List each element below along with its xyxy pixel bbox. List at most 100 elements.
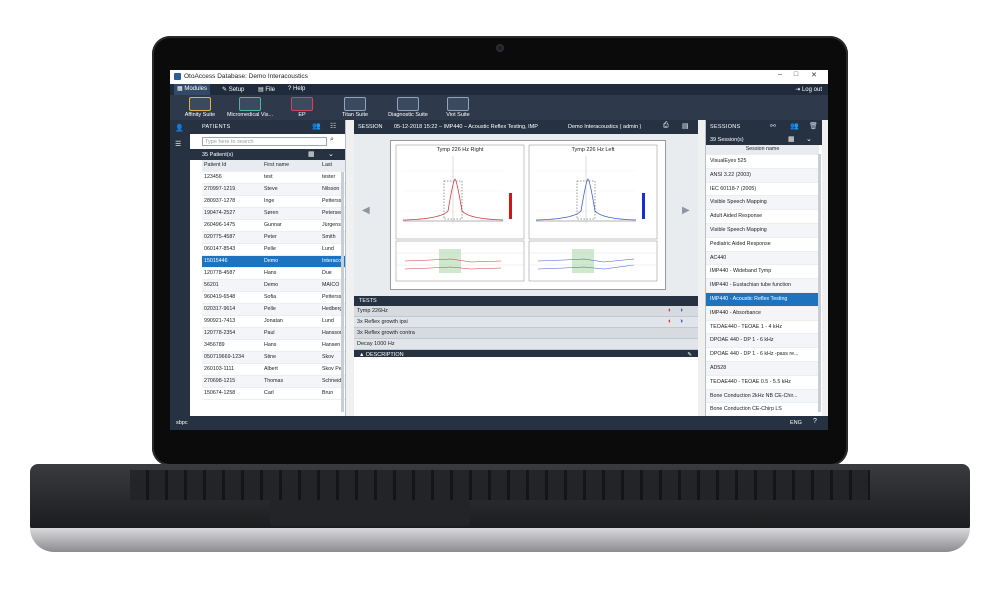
column-first-name[interactable]: First name: [264, 160, 319, 171]
patient-list-icon[interactable]: ☷: [330, 122, 336, 130]
module-ep[interactable]: EP: [282, 97, 322, 118]
patient-row[interactable]: 990921-7413 Jonatan Lund: [202, 316, 345, 328]
session-row[interactable]: TEOAE440 - TEOAE 1 - 4 kHz: [706, 321, 819, 335]
close-button[interactable]: ✕: [808, 71, 820, 79]
patient-row[interactable]: 060147-8543 Pelle Lund: [202, 244, 345, 256]
patient-row[interactable]: 960419-6548 Sofia Petterss: [202, 292, 345, 304]
session-tool-icon[interactable]: ⚯: [770, 122, 776, 130]
left-nav-strip: 👤 ☰: [170, 120, 190, 416]
reflex-tables: [395, 240, 658, 282]
list-icon[interactable]: ☰: [175, 140, 185, 148]
sessions-list: Session name VisualEyes 525 ANSI 3.22 (20…: [706, 145, 819, 430]
sessions-scrollbar[interactable]: [818, 154, 821, 412]
patient-first-name: Thomas: [264, 378, 284, 384]
patient-id: 190474-2527: [204, 210, 236, 216]
patient-row[interactable]: 270698-1215 Thomas Schneid: [202, 376, 345, 388]
chevron-down-icon[interactable]: ⌄: [806, 135, 812, 143]
print-icon[interactable]: ⎙: [663, 122, 669, 130]
test-row[interactable]: Decay 1000 Hz: [354, 339, 698, 350]
session-row[interactable]: Visible Speech Mapping: [706, 196, 819, 211]
patient-search-input[interactable]: Type here to search: [202, 137, 327, 146]
logout-button[interactable]: ⇥ Log out: [795, 86, 822, 93]
patient-id: 260103-1111: [204, 366, 235, 372]
menu-modules[interactable]: ▦ Modules: [174, 84, 211, 95]
patient-row[interactable]: 260103-1111 Albert Skov Pet: [202, 364, 345, 376]
patient-row[interactable]: 56201 Demo MAICO: [202, 280, 345, 292]
patient-row[interactable]: 020317-9614 Pelle Hedberg: [202, 304, 345, 316]
column-session-name[interactable]: Session name: [706, 145, 819, 155]
grid-view-icon[interactable]: ▦: [788, 135, 795, 143]
session-row[interactable]: Visible Speech Mapping: [706, 223, 819, 238]
session-row[interactable]: Bone Conduction 2kHz NB CE-Chir...: [706, 389, 819, 404]
module-micromedical[interactable]: Micromedical Vis...: [224, 97, 276, 118]
sessions-title: SESSIONS: [710, 124, 741, 130]
patient-row[interactable]: 260496-1475 Gunnar Jürgens: [202, 220, 345, 232]
menu-file[interactable]: ▤ File: [258, 86, 275, 93]
session-row[interactable]: IMP440 - Absorbance: [706, 306, 819, 321]
module-viot-suite[interactable]: Viot Suite: [438, 97, 478, 118]
maximize-button[interactable]: □: [790, 71, 802, 78]
session-row[interactable]: DPOAE 440 - DP 1 - 6 kHz: [706, 334, 819, 349]
session-row[interactable]: IMP440 - Eustachian tube function: [706, 279, 819, 293]
report-icon[interactable]: ▤: [682, 122, 689, 130]
window-title: OtoAccess Database: Demo Interacoustics: [184, 73, 308, 80]
session-row[interactable]: ANSI 3.22 (2003): [706, 168, 819, 183]
session-row[interactable]: AD528: [706, 361, 819, 376]
session-row[interactable]: Pediatric Aided Response: [706, 238, 819, 252]
module-diagnostic-suite[interactable]: Diagnostic Suite: [388, 97, 428, 118]
tymp-right-title: Tymp 226 Hz Right: [437, 147, 484, 153]
previous-arrow-icon[interactable]: ◀: [362, 205, 370, 216]
search-icon[interactable]: ⌕: [330, 136, 334, 144]
column-last-name[interactable]: Last: [322, 160, 345, 171]
column-patient-id[interactable]: Patient Id: [204, 160, 259, 171]
session-row[interactable]: AC440: [706, 251, 819, 266]
menu-help[interactable]: ? Help: [288, 86, 305, 92]
patients-scrollbar[interactable]: [341, 172, 344, 412]
patient-id: 020775-4587: [204, 234, 236, 240]
patient-id: 270997-1219: [204, 186, 236, 192]
patient-row[interactable]: 150674-1258 Carl Brun: [202, 388, 345, 400]
test-row[interactable]: 3x Reflex growth ipsi ◐ ◑: [354, 317, 698, 328]
patient-row[interactable]: 120778-4587 Hans Due: [202, 268, 345, 280]
delete-icon[interactable]: 🗑: [809, 122, 818, 130]
module-titan-suite[interactable]: Titan Suite: [335, 97, 375, 118]
session-row[interactable]: IEC 60118-7 (2005): [706, 183, 819, 197]
session-row[interactable]: VisualEyes 525: [706, 155, 819, 169]
session-row[interactable]: IMP440 - Acoustic Reflex Testing: [706, 292, 819, 307]
patient-row[interactable]: 15015446 Demo Interacou: [202, 256, 345, 268]
patient-id: 960419-6548: [204, 294, 236, 300]
patient-id: 123456: [204, 174, 222, 180]
add-patient-icon[interactable]: 👥: [312, 122, 321, 130]
session-row[interactable]: TEOAE440 - TEOAE 0.5 - 5.5 kHz: [706, 376, 819, 390]
patient-row[interactable]: 280937-1278 Inge Petterss: [202, 196, 345, 208]
menu-setup[interactable]: ✎ Setup: [222, 86, 244, 93]
patient-row[interactable]: 050719669-1234 Stine Skov: [202, 352, 345, 364]
patient-row[interactable]: 3456789 Hans Hansen: [202, 340, 345, 352]
minimize-button[interactable]: –: [774, 71, 786, 78]
session-row[interactable]: IMP440 - Wideband Tymp: [706, 265, 819, 280]
session-title: SESSION: [358, 124, 383, 130]
patient-row[interactable]: 270997-1219 Steve Nilsson: [202, 184, 345, 196]
patient-row[interactable]: 123456 test tester: [202, 172, 345, 184]
test-row[interactable]: Tymp 226Hz ◐ ◑: [354, 306, 698, 317]
patient-row[interactable]: 120778-2354 Paul Hansson: [202, 328, 345, 340]
patient-first-name: test: [264, 174, 273, 180]
session-row[interactable]: DPOAE 440 - DP 1 - 6 kHz -pass re...: [706, 348, 819, 362]
patient-id: 120778-2354: [204, 330, 236, 336]
patient-row[interactable]: 190474-2527 Søren Petersen: [202, 208, 345, 220]
session-row[interactable]: Adult Aided Response: [706, 210, 819, 224]
patient-icon[interactable]: 👤: [175, 124, 185, 132]
patient-row[interactable]: 020775-4587 Peter Smith: [202, 232, 345, 244]
session-report-viewer: Tymp 226 Hz Right Tymp 226 Hz Left: [390, 140, 666, 290]
status-user: sbpc: [176, 420, 188, 426]
module-affinity-suite[interactable]: Affinity Suite: [180, 97, 220, 118]
patient-id: 270698-1215: [204, 378, 236, 384]
session-info: 05-12-2018 15:22 – IMP440 – Acoustic Ref…: [394, 124, 538, 130]
session-users-icon[interactable]: 👥: [790, 122, 799, 130]
test-row[interactable]: 3x Reflex growth contra: [354, 328, 698, 339]
help-icon[interactable]: ?: [813, 418, 817, 425]
tymp-right-bar: [509, 193, 512, 219]
grid-view-icon[interactable]: ▦: [308, 150, 315, 158]
next-arrow-icon[interactable]: ▶: [682, 205, 690, 216]
chevron-down-icon[interactable]: ⌄: [328, 150, 334, 158]
